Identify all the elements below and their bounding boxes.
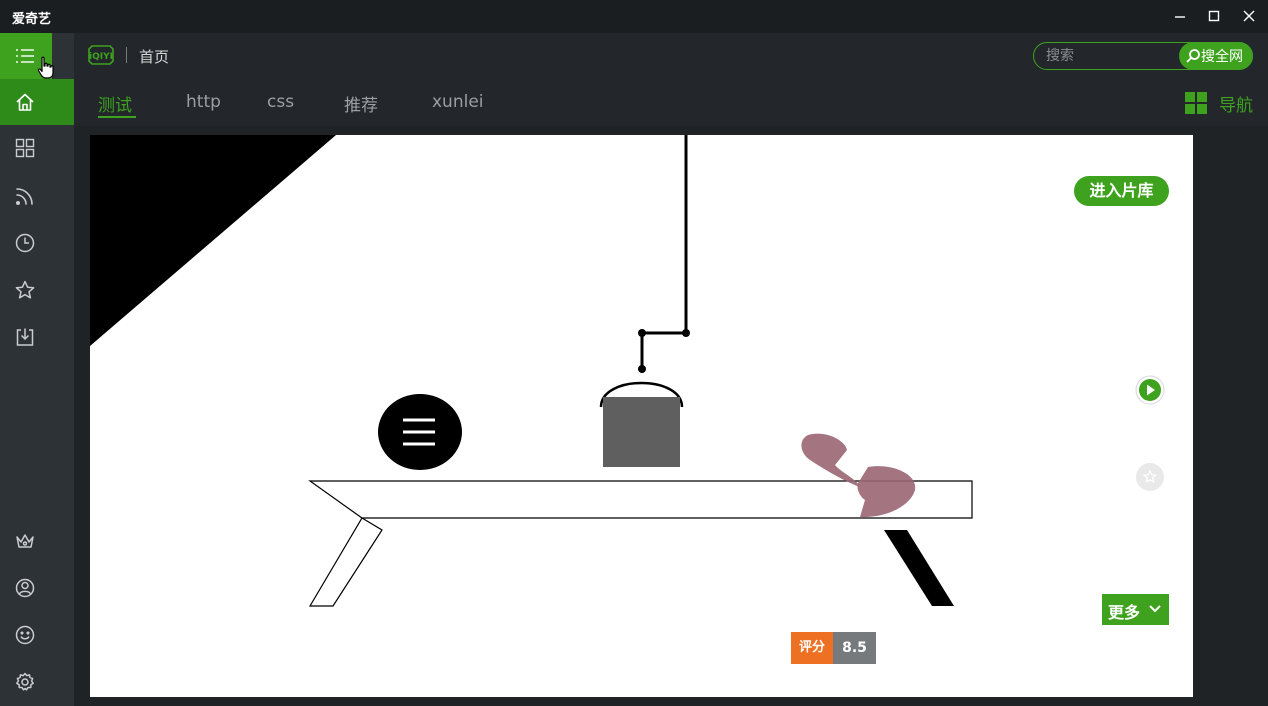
user-icon <box>15 578 35 598</box>
sidebar <box>0 33 74 706</box>
sidebar-item-favorites[interactable] <box>0 267 74 313</box>
sidebar-item-apps[interactable] <box>0 125 74 171</box>
minimize-button[interactable] <box>1163 0 1197 33</box>
nav-label: 导航 <box>1219 96 1253 116</box>
search-all-label: 搜全网 <box>1201 49 1243 65</box>
list-icon <box>16 49 34 63</box>
tab-xunlei[interactable]: xunlei <box>432 92 484 112</box>
search-icon <box>1186 49 1200 63</box>
logo-divider <box>126 47 127 63</box>
rating-score: 8.5 <box>833 632 876 664</box>
more-label: 更多 <box>1108 603 1141 622</box>
download-icon <box>16 328 34 346</box>
play-button[interactable] <box>1135 375 1165 405</box>
sidebar-item-home[interactable] <box>0 79 74 125</box>
star-icon <box>15 280 35 299</box>
maximize-icon <box>1208 10 1220 22</box>
chevron-down-icon <box>1149 605 1161 613</box>
sidebar-item-history[interactable] <box>0 220 74 266</box>
title-bar: 爱奇艺 <box>0 0 1268 33</box>
tab-recommend[interactable]: 推荐 <box>344 91 378 116</box>
clock-icon <box>15 233 35 253</box>
maximize-button[interactable] <box>1197 0 1231 33</box>
sidebar-item-vip[interactable] <box>0 518 74 564</box>
search-all-button[interactable]: 搜全网 <box>1179 42 1253 70</box>
iqiyi-logo: iQIYI <box>88 45 114 65</box>
sidebar-item-settings[interactable] <box>0 659 74 705</box>
grid-icon <box>15 138 35 158</box>
search-input[interactable] <box>1046 47 1176 65</box>
tab-test[interactable]: 测试 <box>98 91 132 116</box>
close-button[interactable] <box>1232 0 1266 33</box>
smile-icon <box>15 625 35 645</box>
sidebar-item-account[interactable] <box>0 565 74 611</box>
sidebar-item-feed[interactable] <box>0 173 74 219</box>
hand-cursor-icon <box>37 56 54 79</box>
tab-http[interactable]: http <box>186 92 221 112</box>
crown-icon <box>16 534 34 548</box>
minimize-icon <box>1175 16 1185 18</box>
sidebar-item-feedback[interactable] <box>0 612 74 658</box>
sidebar-item-downloads[interactable] <box>0 314 74 360</box>
rating-label: 评分 <box>791 632 833 664</box>
video-player[interactable]: 进入片库 更多 评分 8.5 <box>90 135 1193 697</box>
video-frame <box>90 135 973 607</box>
tab-css[interactable]: css <box>267 92 294 112</box>
more-button[interactable]: 更多 <box>1102 594 1169 625</box>
header: iQIYI 首页 搜全网 测试 http css 推荐 xunlei 导航 <box>74 33 1268 126</box>
favorite-button[interactable] <box>1135 462 1165 492</box>
content-area: 进入片库 更多 评分 8.5 <box>74 126 1268 706</box>
rss-icon <box>15 188 33 205</box>
active-tab-indicator <box>98 116 136 118</box>
play-icon <box>1135 375 1165 405</box>
apps-grid-icon <box>1185 92 1207 114</box>
gear-icon <box>16 672 34 691</box>
close-icon <box>1243 10 1255 22</box>
svg-text:iQIYI: iQIYI <box>89 52 113 62</box>
enter-library-button[interactable]: 进入片库 <box>1074 176 1169 206</box>
window-title: 爱奇艺 <box>12 12 52 27</box>
home-icon <box>16 93 34 111</box>
star-icon <box>1136 463 1164 491</box>
app-window: 爱奇艺 iQIYI 首页 搜索 搜全网 测试 http css 推荐 xunle… <box>0 0 1268 706</box>
breadcrumb[interactable]: 首页 <box>139 46 169 67</box>
